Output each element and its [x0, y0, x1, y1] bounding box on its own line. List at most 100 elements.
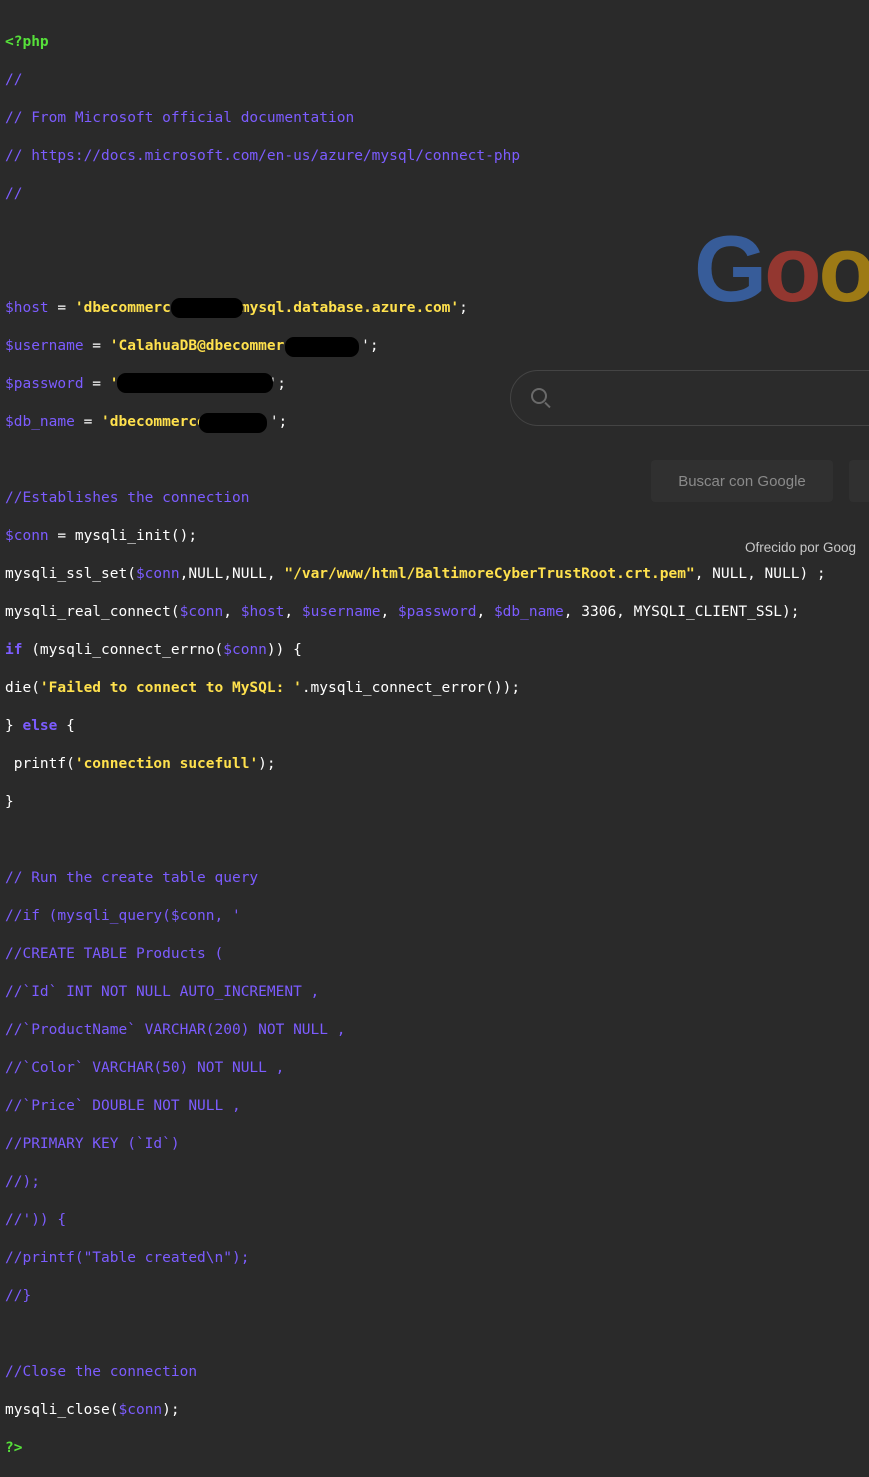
code-token: , NULL, NULL) ;: [694, 566, 826, 582]
feeling-lucky-button[interactable]: [849, 460, 869, 502]
code-line: //if (mysqli_query($conn, ': [5, 907, 826, 926]
redaction-mark: [285, 337, 359, 357]
code-token: printf(: [5, 756, 75, 772]
code-token: 'connection sucefull': [74, 756, 259, 772]
code-token: //Establishes the connection: [5, 490, 250, 506]
code-line: //CREATE TABLE Products (: [5, 945, 826, 964]
code-token: mysqli_close(: [5, 1402, 119, 1418]
code-token: //`ProductName` VARCHAR(200) NOT NULL ,: [5, 1022, 346, 1038]
code-token: $password: [5, 376, 84, 392]
code-token: if: [5, 642, 23, 658]
code-token: ,: [380, 604, 398, 620]
code-line: // https://docs.microsoft.com/en-us/azur…: [5, 147, 826, 166]
code-line: // From Microsoft official documentation: [5, 109, 826, 128]
code-token: =: [48, 300, 75, 316]
code-token: ,NULL,NULL,: [179, 566, 285, 582]
code-token: $conn: [135, 566, 180, 582]
code-token: //printf("Table created\n");: [5, 1250, 250, 1266]
code-token: 'dbecommerce: [101, 414, 206, 430]
code-token: );: [258, 756, 276, 772]
code-token: $db_name: [493, 604, 564, 620]
code-token: <?php: [5, 34, 49, 50]
code-token: //: [5, 72, 23, 88]
code-line-password: $password = ' ';: [5, 373, 826, 394]
code-token: =: [83, 338, 110, 354]
code-line: <?php: [5, 33, 826, 52]
code-token: $host: [240, 604, 285, 620]
code-line: //printf("Table created\n");: [5, 1249, 826, 1268]
code-token: , 3306, MYSQLI_CLIENT_SSL);: [563, 604, 800, 620]
code-line: ?>: [5, 1439, 826, 1458]
code-line-dbname: $db_name = 'dbecommerce ';: [5, 413, 826, 433]
code-token: ';: [269, 414, 288, 430]
code-token: }: [5, 794, 14, 810]
code-line: } else {: [5, 717, 826, 736]
code-token: $db_name: [5, 414, 75, 430]
code-line: mysqli_ssl_set($conn,NULL,NULL, "/var/ww…: [5, 565, 826, 584]
code-line: //: [5, 71, 826, 90]
code-token: )) {: [266, 642, 302, 658]
code-token: die(: [5, 680, 40, 696]
code-token: $conn: [118, 1402, 163, 1418]
code-line: //`Id` INT NOT NULL AUTO_INCREMENT ,: [5, 983, 826, 1002]
code-token: ,: [284, 604, 302, 620]
redaction-mark: [171, 298, 243, 318]
code-line: //Establishes the connection: [5, 489, 826, 508]
code-token: //: [5, 186, 23, 202]
code-token: // https://docs.microsoft.com/en-us/azur…: [5, 148, 521, 164]
code-line: //);: [5, 1173, 826, 1192]
code-token: //if (mysqli_query($conn, ': [5, 908, 241, 924]
code-token: //`Color` VARCHAR(50) NOT NULL ,: [5, 1060, 285, 1076]
code-token: 'dbecommerc: [74, 300, 171, 316]
code-token: $password: [397, 604, 477, 620]
code-token: mysqli_real_connect(: [5, 604, 180, 620]
code-token: ?>: [5, 1440, 23, 1456]
code-line: }: [5, 793, 826, 812]
code-token: =: [83, 376, 110, 392]
code-token: (mysqli_connect_errno(: [22, 642, 224, 658]
code-token: ;: [459, 300, 468, 316]
code-token: ,: [223, 604, 241, 620]
code-line: //`Price` DOUBLE NOT NULL ,: [5, 1097, 826, 1116]
code-line: //PRIMARY KEY (`Id`): [5, 1135, 826, 1154]
code-token: //`Price` DOUBLE NOT NULL ,: [5, 1098, 241, 1114]
code-line: //`ProductName` VARCHAR(200) NOT NULL ,: [5, 1021, 826, 1040]
code-line: die('Failed to connect to MySQL: '.mysql…: [5, 679, 826, 698]
code-token: $conn: [179, 604, 224, 620]
redaction-mark: [117, 373, 273, 393]
code-token: "/var/www/html/BaltimoreCyberTrustRoot.c…: [284, 566, 695, 582]
code-token: //}: [5, 1288, 32, 1304]
code-token: // Run the create table query: [5, 870, 259, 886]
code-token: =: [74, 414, 102, 430]
code-token: = mysqli_init();: [48, 528, 198, 544]
code-line: printf('connection sucefull');: [5, 755, 826, 774]
code-token: //CREATE TABLE Products (: [5, 946, 224, 962]
code-line: //: [5, 185, 826, 204]
code-token: .mysqli_connect_error());: [301, 680, 521, 696]
code-token: //`Id` INT NOT NULL AUTO_INCREMENT ,: [5, 984, 320, 1000]
code-token: {: [57, 718, 75, 734]
code-line: // Run the create table query: [5, 869, 826, 888]
code-token: else: [22, 718, 58, 734]
code-token: );: [162, 1402, 180, 1418]
code-token: $username: [5, 338, 84, 354]
code-line-username: $username = 'CalahuaDB@dbecommerc ';: [5, 337, 826, 357]
code-token: 'Failed to connect to MySQL: ': [39, 680, 302, 696]
code-token: // From Microsoft official documentation: [5, 110, 355, 126]
code-token: $conn: [223, 642, 267, 658]
code-line-host: $host = 'dbecommerc mysql.database.azure.…: [5, 298, 826, 318]
code-token: mysql.database.azure.com': [240, 300, 460, 316]
code-token: mysqli_ssl_set(: [5, 566, 136, 582]
code-token: 'CalahuaDB@dbecommerc: [109, 338, 294, 354]
code-token: //Close the connection: [5, 1364, 198, 1380]
code-line: //`Color` VARCHAR(50) NOT NULL ,: [5, 1059, 826, 1078]
code-token: }: [5, 718, 23, 734]
code-token: ';: [361, 338, 379, 354]
code-token: $username: [301, 604, 381, 620]
code-token: //')) {: [5, 1212, 67, 1228]
code-line: //}: [5, 1287, 826, 1306]
